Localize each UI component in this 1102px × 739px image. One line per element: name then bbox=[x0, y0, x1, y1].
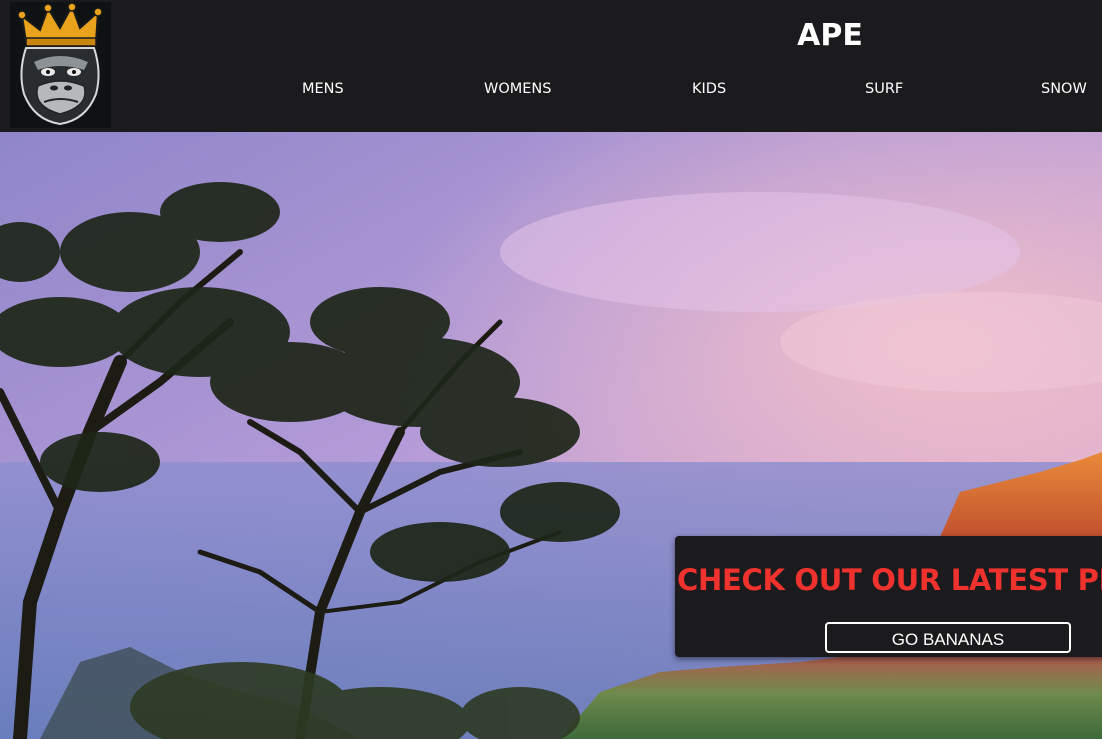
brand-title: APE bbox=[797, 18, 863, 53]
nav-item-kids[interactable]: KIDS bbox=[692, 78, 726, 100]
main-nav: MENS WOMENS KIDS SURF SNOW bbox=[0, 78, 1102, 100]
nav-item-womens[interactable]: WOMENS bbox=[484, 78, 551, 100]
nav-item-surf[interactable]: SURF bbox=[865, 78, 903, 100]
logo-link[interactable] bbox=[10, 2, 111, 128]
nav-item-snow[interactable]: SNOW bbox=[1041, 78, 1087, 100]
nav-item-mens[interactable]: MENS bbox=[302, 78, 344, 100]
gorilla-logo-icon bbox=[10, 2, 111, 128]
go-bananas-button[interactable]: GO BANANAS bbox=[825, 622, 1071, 653]
site-header: APE MENS WOMENS KIDS SURF SNOW bbox=[0, 0, 1102, 132]
page: APE MENS WOMENS KIDS SURF SNOW CHECK OUT… bbox=[0, 0, 1102, 739]
promo-panel: CHECK OUT OUR LATEST PRODUCTS GO BANANAS bbox=[675, 536, 1102, 657]
promo-headline: CHECK OUT OUR LATEST PRODUCTS bbox=[677, 563, 1102, 597]
